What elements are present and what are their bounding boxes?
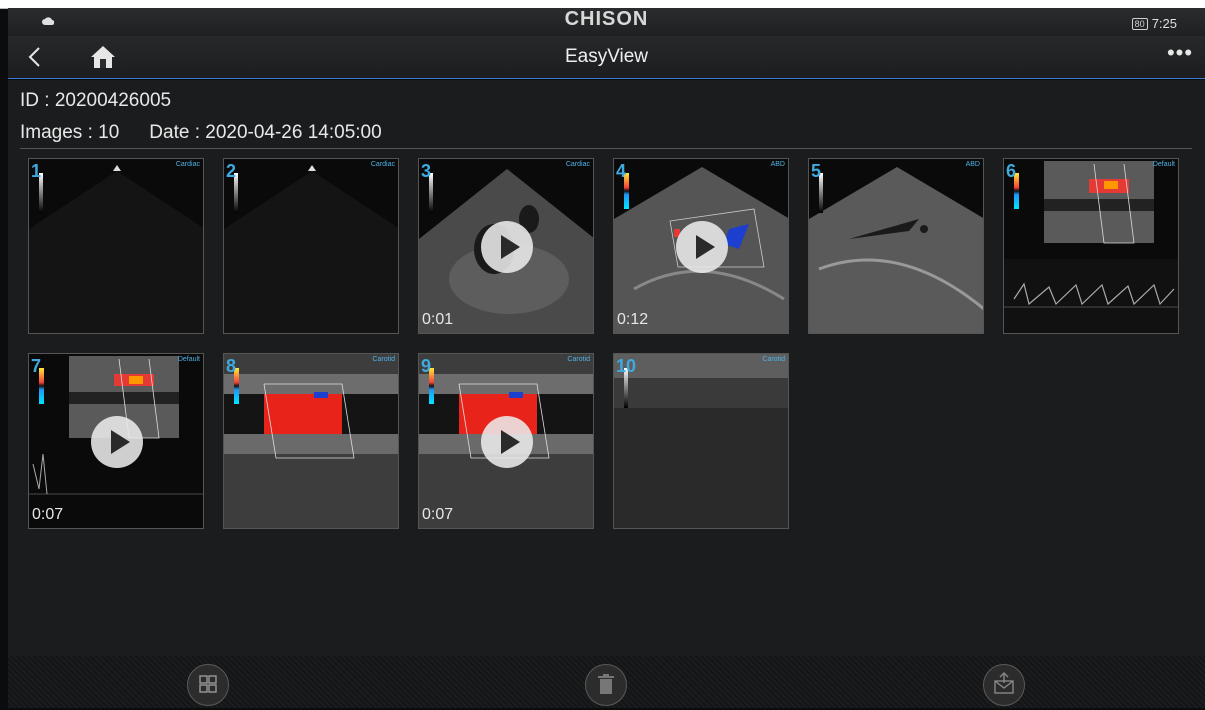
- video-duration: 0:07: [422, 506, 454, 523]
- ultrasound-image: [224, 165, 398, 333]
- video-duration: 0:01: [422, 311, 454, 328]
- image-number: 7: [31, 356, 42, 376]
- ultrasound-image: [224, 354, 398, 528]
- image-thumbnail[interactable]: 7 Default 0:07: [28, 353, 204, 529]
- preset-label: Cardiac: [175, 161, 200, 168]
- image-number: 9: [421, 356, 432, 376]
- image-number: 5: [811, 161, 822, 181]
- play-icon[interactable]: [91, 416, 143, 468]
- image-thumbnail[interactable]: 9 Carotid 0:07: [418, 353, 594, 529]
- study-summary: Images : 10 Date : 2020-04-26 14:05:00: [20, 122, 382, 144]
- grid-select-icon[interactable]: [187, 664, 229, 706]
- export-icon[interactable]: [983, 664, 1025, 706]
- brand-logo: CHISON: [564, 8, 649, 30]
- image-thumbnail[interactable]: 4 ABD 0:12: [613, 158, 789, 334]
- trash-glyph: [598, 674, 614, 694]
- image-number: 10: [616, 356, 637, 376]
- image-number: 4: [616, 161, 627, 181]
- image-number: 8: [226, 356, 237, 376]
- study-panel: ID : 20200426005 Images : 10 Date : 2020…: [8, 80, 1205, 656]
- play-icon[interactable]: [676, 221, 728, 273]
- more-icon[interactable]: •••: [1163, 42, 1197, 70]
- page-title: EasyView: [564, 46, 649, 67]
- study-date: Date : 2020-04-26 14:05:00: [149, 122, 382, 143]
- ultrasound-image: [29, 165, 203, 333]
- preset-label: Carotid: [567, 356, 590, 363]
- preset-label: Default: [1152, 161, 1175, 168]
- preset-label: Cardiac: [370, 161, 395, 168]
- status-right: 80 7:25: [1131, 16, 1177, 31]
- divider: [20, 148, 1192, 149]
- image-number: 1: [31, 161, 42, 181]
- bottom-toolbar: [8, 656, 1205, 708]
- image-number: 6: [1006, 161, 1017, 181]
- battery-icon: 80: [1131, 17, 1148, 30]
- preset-label: ABD: [965, 161, 980, 168]
- image-thumbnail[interactable]: 3 Cardiac 0:01: [418, 158, 594, 334]
- preset-label: Default: [177, 356, 200, 363]
- patient-id: ID : 20200426005: [20, 90, 172, 111]
- status-bar: CHISON 80 7:25: [8, 8, 1205, 36]
- play-icon[interactable]: [481, 416, 533, 468]
- preset-label: Cardiac: [565, 161, 590, 168]
- ultrasound-image: [809, 167, 983, 333]
- ultrasound-image: [614, 354, 788, 528]
- grid-select-glyph: [199, 675, 217, 693]
- preset-label: ABD: [770, 161, 785, 168]
- preset-label: Carotid: [762, 356, 785, 363]
- image-thumbnail[interactable]: 2 Cardiac: [223, 158, 399, 334]
- trash-icon[interactable]: [585, 664, 627, 706]
- status-time: 7:25: [1151, 16, 1177, 31]
- export-glyph: [994, 672, 1014, 694]
- image-count: Images : 10: [20, 122, 120, 143]
- image-thumbnail[interactable]: 8 Carotid: [223, 353, 399, 529]
- title-bar: EasyView •••: [8, 36, 1205, 79]
- video-duration: 0:07: [32, 506, 64, 523]
- image-number: 2: [226, 161, 237, 181]
- image-thumbnail[interactable]: 10 Carotid: [613, 353, 789, 529]
- image-number: 3: [421, 161, 432, 181]
- ultrasound-image: [1004, 161, 1178, 333]
- preset-label: Carotid: [372, 356, 395, 363]
- image-thumbnail[interactable]: 6 Default: [1003, 158, 1179, 334]
- play-icon[interactable]: [481, 221, 533, 273]
- image-thumbnail[interactable]: 1 Cardiac: [28, 158, 204, 334]
- video-duration: 0:12: [617, 311, 649, 328]
- image-thumbnail[interactable]: 5 ABD: [808, 158, 984, 334]
